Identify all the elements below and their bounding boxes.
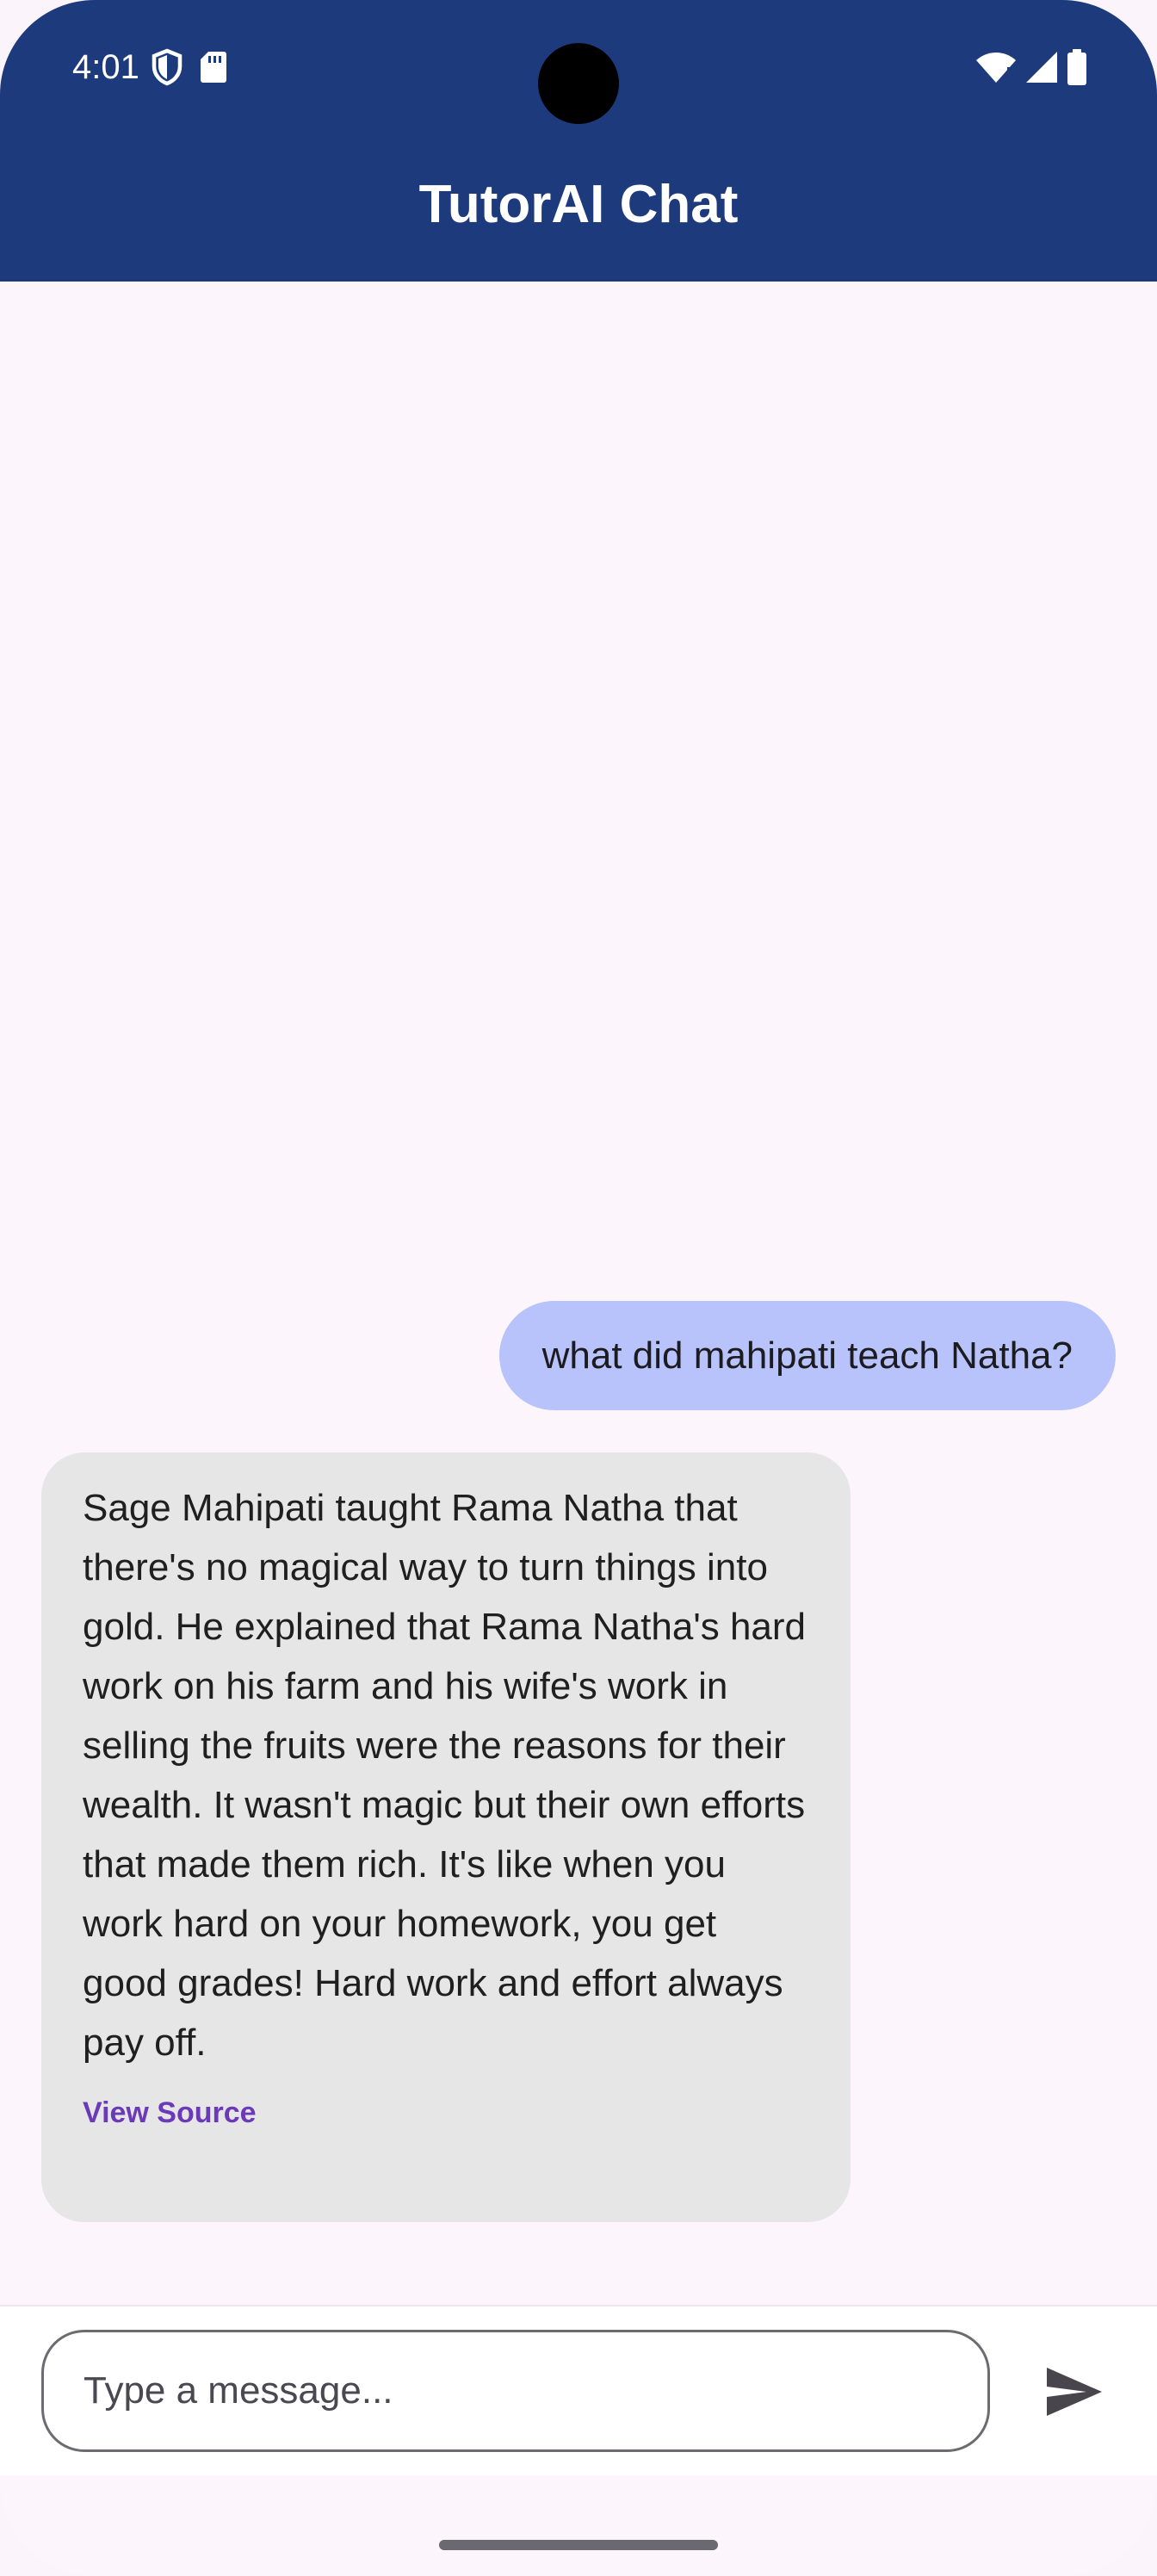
user-message-bubble: what did mahipati teach Natha?: [498, 1301, 1116, 1410]
front-camera: [538, 43, 619, 124]
shield-icon: [152, 48, 183, 90]
send-button[interactable]: [1033, 2351, 1116, 2434]
send-icon: [1045, 2366, 1104, 2420]
view-source-link[interactable]: View Source: [83, 2096, 257, 2130]
composer-bar: [0, 2305, 1157, 2475]
sd-card-icon: [200, 50, 227, 89]
app-title: TutorAI Chat: [418, 175, 739, 234]
status-time: 4:01: [72, 48, 139, 86]
wifi-icon: [974, 50, 1018, 89]
chat-screen: 4:01 TutorAI Chat what did mahipati teac…: [0, 0, 1157, 2576]
bot-message-text: Sage Mahipati taught Rama Natha that the…: [83, 1487, 807, 2064]
battery-icon: [1066, 48, 1088, 90]
user-message-text: what did mahipati teach Natha?: [541, 1334, 1073, 1377]
message-input[interactable]: [41, 2330, 990, 2452]
bot-message-bubble: Sage Mahipati taught Rama Natha that the…: [41, 1452, 851, 2222]
status-icons-left: [152, 48, 227, 90]
signal-icon: [1024, 50, 1059, 89]
status-icons-right: [974, 48, 1088, 90]
app-bar: 4:01 TutorAI Chat: [0, 0, 1157, 282]
message-list[interactable]: what did mahipati teach Natha? Sage Mahi…: [0, 282, 1157, 2305]
home-indicator[interactable]: [439, 2540, 718, 2550]
